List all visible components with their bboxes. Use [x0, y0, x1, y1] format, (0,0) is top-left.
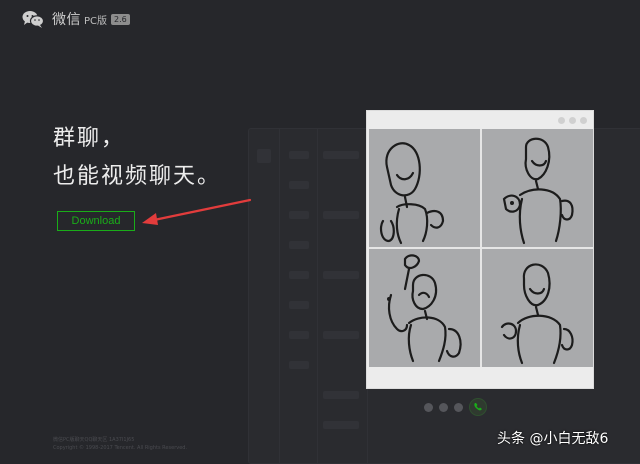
- ghost-line: [289, 331, 309, 339]
- video-tile: [482, 129, 593, 247]
- mannequin-sketch: [379, 142, 445, 245]
- header: 微信 PC版 2.6: [22, 9, 130, 29]
- ghost-line: [289, 211, 309, 219]
- video-tile: [369, 249, 480, 367]
- headline-line-1: 群聊，: [53, 126, 126, 151]
- phone-icon[interactable]: [469, 398, 487, 416]
- red-arrow-annotation: [142, 198, 252, 225]
- mannequin-sketch: [500, 263, 574, 365]
- ghost-line: [323, 331, 359, 339]
- download-button[interactable]: Download: [57, 211, 135, 231]
- video-window-titlebar: [367, 111, 593, 129]
- ghost-line: [289, 181, 309, 189]
- video-tile: [482, 249, 593, 367]
- footer-line-2: Copyright © 1998-2017 Tencent. All Right…: [53, 445, 188, 451]
- mannequin-sketch: [387, 254, 462, 363]
- ghost-line: [323, 211, 359, 219]
- ghost-line: [289, 301, 309, 309]
- window-dot-icon[interactable]: [580, 116, 587, 124]
- app-sub: PC版: [84, 15, 108, 27]
- video-call-window: [366, 110, 594, 389]
- ghost-line: [289, 271, 309, 279]
- version-badge: 2.6: [111, 13, 130, 25]
- headline-line-2: 也能视频聊天。: [53, 164, 222, 189]
- wechat-logo-icon: [22, 10, 44, 28]
- video-grid: [369, 129, 593, 367]
- ghost-chat-list: [317, 129, 368, 463]
- ghost-line: [289, 241, 309, 249]
- ghost-line: [323, 391, 359, 399]
- ghost-line: [323, 421, 359, 429]
- app-name: 微信: [52, 12, 81, 28]
- footer: 微信PC版聊天QQ聊天区 1A37I1J65 Copyright © 1998-…: [53, 436, 187, 452]
- ghost-line: [323, 271, 359, 279]
- ghost-line: [289, 361, 309, 369]
- camera-toggle-icon[interactable]: [439, 402, 448, 412]
- ghost-line: [289, 151, 309, 159]
- footer-line-1: 微信PC版聊天QQ聊天区 1A37I1J65: [53, 437, 135, 443]
- video-tile: [369, 129, 480, 247]
- ghost-sidebar: [249, 129, 280, 463]
- speaker-toggle-icon[interactable]: [454, 402, 463, 412]
- ghost-line: [323, 151, 359, 159]
- mic-toggle-icon[interactable]: [424, 402, 433, 412]
- watermark: 头条 @小白无敌6: [497, 431, 609, 447]
- ghost-list-column: [279, 129, 318, 463]
- window-dot-icon[interactable]: [569, 116, 576, 124]
- hero-headline: 群聊， 也能视频聊天。: [53, 120, 221, 196]
- call-controls: [424, 398, 487, 416]
- ghost-avatar: [257, 149, 271, 163]
- window-dot-icon[interactable]: [558, 116, 565, 124]
- mannequin-sketch: [502, 137, 574, 245]
